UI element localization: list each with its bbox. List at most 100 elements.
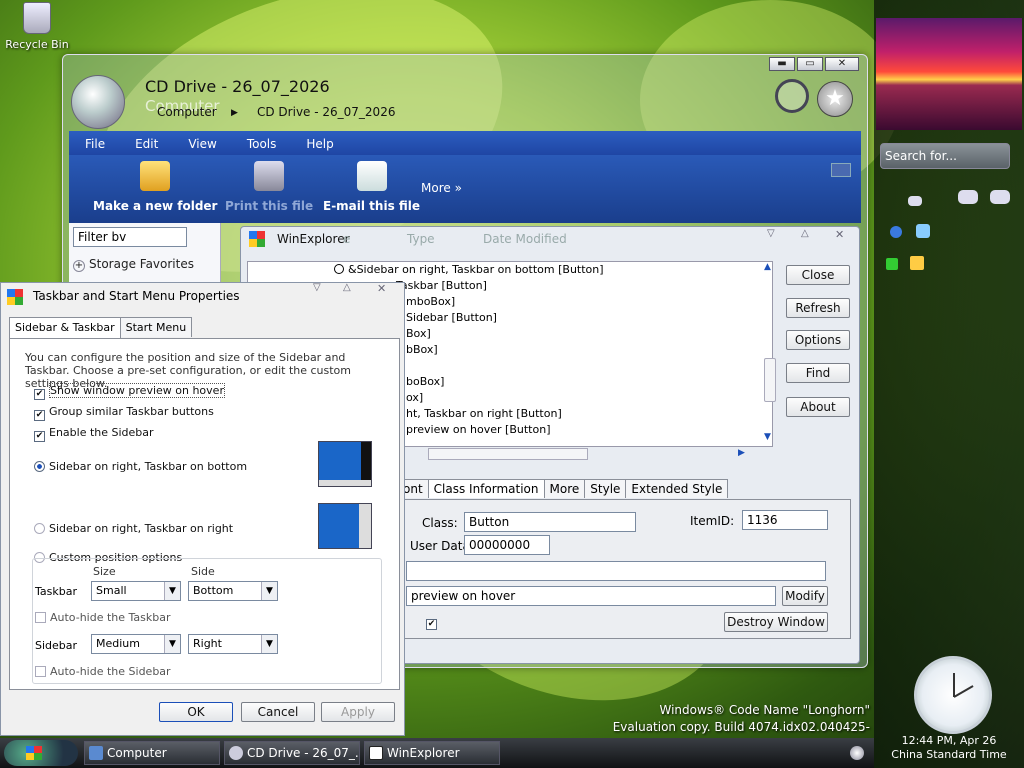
- breadcrumb-arrow-icon[interactable]: ▶: [231, 108, 238, 118]
- messenger-icon[interactable]: [916, 224, 930, 238]
- chat-bubbles-icon[interactable]: [958, 190, 978, 204]
- tree-item[interactable]: Box]: [406, 327, 431, 340]
- autohide-taskbar-checkbox[interactable]: Auto-hide the Taskbar: [35, 611, 171, 624]
- tab-class-information[interactable]: Class Information: [427, 479, 545, 498]
- checkbox-check-icon[interactable]: ✔: [426, 619, 437, 630]
- tray-icon[interactable]: [850, 746, 864, 760]
- close-button[interactable]: ✕: [825, 57, 859, 71]
- storage-favorites[interactable]: + Storage Favorites: [73, 257, 194, 272]
- taskbar-side-select[interactable]: Bottom ▼: [188, 581, 278, 601]
- tab-extended-style[interactable]: Extended Style: [625, 479, 729, 498]
- checkbox-empty-icon[interactable]: [35, 612, 46, 623]
- cancel-button[interactable]: Cancel: [241, 702, 315, 722]
- tree-item[interactable]: &Sidebar on right, Taskbar on bottom [Bu…: [334, 263, 604, 276]
- minimize-button[interactable]: ▬: [769, 57, 795, 71]
- scroll-down-icon[interactable]: ▼: [764, 432, 771, 442]
- scroll-up-icon[interactable]: ▲: [764, 262, 771, 272]
- tree-item[interactable]: mboBox]: [406, 295, 455, 308]
- radio-sidebar-right-taskbar-bottom[interactable]: Sidebar on right, Taskbar on bottom: [34, 460, 247, 473]
- winx-close-button[interactable]: ✕: [835, 228, 844, 241]
- print-file-button[interactable]: Print this file: [225, 159, 313, 213]
- pane-toggle-icon[interactable]: [831, 163, 851, 177]
- taskbar-item-winexplorer[interactable]: WinExplorer: [364, 741, 500, 765]
- menu-view[interactable]: View: [188, 137, 230, 151]
- enabled-checkbox[interactable]: ✔: [426, 614, 441, 630]
- scroll-thumb[interactable]: [764, 358, 776, 402]
- destroy-window-button[interactable]: Destroy Window: [724, 612, 828, 632]
- about-button[interactable]: About: [786, 397, 850, 417]
- ok-button[interactable]: OK: [159, 702, 233, 722]
- clock-gadget[interactable]: [914, 656, 992, 734]
- breadcrumb-cd-drive[interactable]: CD Drive - 26_07_2026: [257, 105, 395, 119]
- app-icon[interactable]: [886, 258, 898, 270]
- checkbox-empty-icon[interactable]: [35, 666, 46, 677]
- style-field[interactable]: [406, 561, 826, 581]
- tree-item[interactable]: Sidebar [Button]: [406, 311, 497, 324]
- radio-selected-icon[interactable]: [34, 461, 45, 472]
- taskbar-item-computer[interactable]: Computer: [84, 741, 220, 765]
- checkbox-check-icon[interactable]: ✔: [34, 389, 45, 400]
- tree-item[interactable]: preview on hover [Button]: [406, 423, 550, 436]
- menu-tools[interactable]: Tools: [247, 137, 291, 151]
- tree-scrollbar[interactable]: ▲ ▼: [764, 262, 776, 446]
- show-preview-checkbox[interactable]: ✔ Show window preview on hover: [34, 383, 225, 400]
- options-button[interactable]: Options: [786, 330, 850, 350]
- menu-file[interactable]: File: [85, 137, 119, 151]
- more-tasks-button[interactable]: More »: [421, 181, 462, 195]
- expand-plus-icon[interactable]: +: [73, 260, 85, 272]
- dialog-close-button[interactable]: ✕: [377, 282, 386, 295]
- find-button[interactable]: Find: [786, 363, 850, 383]
- modify-button[interactable]: Modify: [782, 586, 828, 606]
- tree-item[interactable]: ox]: [406, 391, 423, 404]
- chevron-down-icon[interactable]: ▼: [164, 582, 180, 600]
- maximize-button[interactable]: ▭: [797, 57, 823, 71]
- class-field[interactable]: Button: [464, 512, 636, 532]
- enable-sidebar-checkbox[interactable]: ✔ Enable the Sidebar: [34, 426, 154, 442]
- radio-empty-icon[interactable]: [34, 523, 45, 534]
- chat-bubbles-icon[interactable]: [990, 190, 1010, 204]
- scroll-right-icon[interactable]: ▶: [738, 448, 745, 458]
- filter-input[interactable]: Filter bv: [73, 227, 187, 247]
- window-text-field[interactable]: preview on hover: [406, 586, 776, 606]
- close-button[interactable]: Close: [786, 265, 850, 285]
- checkbox-check-icon[interactable]: ✔: [34, 410, 45, 421]
- contacts-icon[interactable]: [910, 256, 924, 270]
- tab-sidebar-taskbar[interactable]: Sidebar & Taskbar: [9, 317, 121, 338]
- itemid-field[interactable]: 1136: [742, 510, 828, 530]
- breadcrumb-computer[interactable]: Computer: [157, 105, 217, 119]
- checkbox-check-icon[interactable]: ✔: [34, 431, 45, 442]
- group-buttons-checkbox[interactable]: ✔ Group similar Taskbar buttons: [34, 405, 214, 421]
- sidebar-size-select[interactable]: Medium ▼: [91, 634, 181, 654]
- slideshow-image[interactable]: [876, 18, 1022, 130]
- userdata-field[interactable]: 00000000: [464, 535, 550, 555]
- chevron-down-icon[interactable]: ▼: [261, 635, 277, 653]
- refresh-button[interactable]: Refresh: [786, 298, 850, 318]
- chevron-down-icon[interactable]: ▼: [164, 635, 180, 653]
- sidebar-search-input[interactable]: Search for...: [880, 143, 1010, 169]
- email-file-button[interactable]: E-mail this file: [323, 159, 420, 213]
- autohide-sidebar-checkbox[interactable]: Auto-hide the Sidebar: [35, 665, 171, 678]
- search-icon[interactable]: [775, 79, 809, 113]
- network-icon[interactable]: [890, 226, 902, 238]
- radio-sidebar-right-taskbar-right[interactable]: Sidebar on right, Taskbar on right: [34, 522, 233, 535]
- horizontal-scrollbar[interactable]: [428, 448, 588, 460]
- sidebar-side-select[interactable]: Right ▼: [188, 634, 278, 654]
- tab-start-menu[interactable]: Start Menu: [119, 317, 193, 337]
- taskbar-size-select[interactable]: Small ▼: [91, 581, 181, 601]
- apply-button[interactable]: Apply: [321, 702, 395, 722]
- chat-bubble-icon[interactable]: [908, 196, 922, 206]
- tree-item[interactable]: bBox]: [406, 343, 438, 356]
- winx-minimize-button[interactable]: ▽: [767, 228, 775, 239]
- winx-maximize-button[interactable]: △: [801, 228, 809, 239]
- start-button[interactable]: [4, 740, 78, 766]
- menu-help[interactable]: Help: [306, 137, 347, 151]
- tree-item[interactable]: Taskbar [Button]: [396, 279, 487, 292]
- tab-more[interactable]: More: [543, 479, 586, 498]
- taskbar-item-cd-drive[interactable]: CD Drive - 26_07_...: [224, 741, 360, 765]
- tree-item[interactable]: boBox]: [406, 375, 444, 388]
- favorites-star-icon[interactable]: ★: [817, 81, 853, 117]
- make-new-folder-button[interactable]: Make a new folder: [93, 159, 217, 213]
- recycle-bin[interactable]: Recycle Bin: [4, 2, 70, 51]
- tab-style[interactable]: Style: [584, 479, 627, 498]
- menu-edit[interactable]: Edit: [135, 137, 172, 151]
